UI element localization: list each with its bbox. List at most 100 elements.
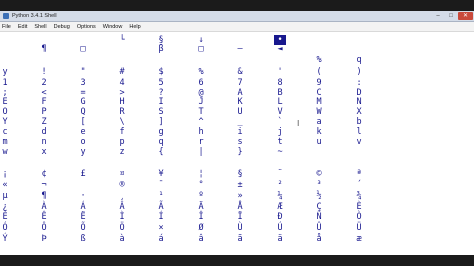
glyph-cell: ¹	[158, 191, 164, 201]
glyph-cell: Ã	[158, 202, 164, 212]
glyph-cell: U	[237, 107, 243, 117]
glyph-cell: ¾	[356, 191, 362, 201]
glyph-cell: ¡	[2, 169, 8, 179]
menu-help[interactable]: Help	[129, 24, 140, 30]
glyph-cell: Í	[158, 212, 164, 222]
minimize-button[interactable]: –	[432, 12, 444, 20]
glyph-cell: }	[237, 147, 243, 157]
menu-shell[interactable]: Shell	[34, 24, 46, 30]
glyph-cell: x	[41, 147, 47, 157]
glyph-cell: Ó	[2, 223, 8, 233]
glyph-cell: ´	[356, 180, 362, 190]
title-bar: Python 3.4.1 Shell – □ ✕	[0, 11, 474, 22]
glyph-cell: K	[237, 97, 243, 107]
glyph-cell: V	[277, 107, 283, 117]
glyph-cell: 1	[2, 78, 8, 88]
glyph-cell: (	[316, 67, 322, 77]
shell-output-area[interactable]: └ § ↓ • ¶ □ β □ — ◄% q y! " # $% & '() 1 2 3 4 5 6 7 8 9:; < = >? @ A B…	[0, 31, 474, 255]
glyph-cell: 3	[80, 78, 86, 88]
glyph-cell: ß	[80, 234, 86, 244]
menu-debug[interactable]: Debug	[54, 24, 70, 30]
glyph-cell: c	[2, 127, 8, 137]
menu-edit[interactable]: Edit	[18, 24, 27, 30]
glyph-cell: y	[80, 147, 86, 157]
close-button[interactable]: ✕	[458, 12, 473, 20]
glyph-cell: ä	[277, 234, 283, 244]
glyph-cell: Ç	[316, 202, 322, 212]
glyph-cell: ¦	[198, 169, 204, 179]
glyph-cell: $	[158, 67, 164, 77]
glyph-cell: N	[356, 97, 362, 107]
glyph-cell: □	[198, 44, 204, 54]
glyph-cell: Î	[198, 212, 204, 222]
window-title: Python 3.4.1 Shell	[12, 13, 57, 19]
glyph-cell: Å	[237, 202, 243, 212]
glyph-cell: T	[198, 107, 204, 117]
glyph-cell: ¤	[119, 169, 125, 179]
glyph-cell: o	[80, 137, 86, 147]
glyph-cell: R	[119, 107, 125, 117]
glyph-cell: °	[198, 180, 204, 190]
glyph-cell: j	[277, 127, 283, 137]
glyph-cell: ®	[119, 180, 125, 190]
glyph-cell: X	[356, 107, 362, 117]
glyph-cell: k	[316, 127, 322, 137]
glyph-cell: ^	[198, 117, 204, 127]
glyph-cell: □	[80, 44, 86, 54]
glyph-cell: ¿	[2, 202, 8, 212]
glyph-cell: t	[277, 137, 283, 147]
glyph-cell: ¼	[277, 191, 283, 201]
glyph-cell: 8	[277, 78, 283, 88]
glyph-cell: u	[316, 137, 322, 147]
glyph-cell: g	[158, 127, 164, 137]
glyph-cell: Ï	[237, 212, 243, 222]
menu-file[interactable]: File	[2, 24, 11, 30]
glyph-cell: ²	[277, 180, 283, 190]
glyph-cell: ◄	[277, 44, 283, 54]
glyph-cell: È	[356, 202, 362, 212]
menu-window[interactable]: Window	[103, 24, 123, 30]
glyph-cell: [	[80, 117, 86, 127]
glyph-cell: p	[119, 137, 125, 147]
glyph-cell: ¯	[158, 180, 164, 190]
glyph-cell: `	[277, 117, 283, 127]
glyph-cell: ·	[80, 191, 86, 201]
glyph-cell: !	[41, 67, 47, 77]
glyph-cell: ¢	[41, 169, 47, 179]
glyph-cell: L	[277, 97, 283, 107]
glyph-cell: ¬	[41, 180, 47, 190]
glyph-cell: 6	[198, 78, 204, 88]
maximize-button[interactable]: □	[445, 12, 457, 20]
glyph-cell: y	[2, 67, 8, 77]
glyph-cell: l	[356, 127, 362, 137]
glyph-cell: §	[237, 169, 243, 179]
glyph-cell: ¶	[41, 44, 47, 54]
glyph-cell: Õ	[80, 223, 86, 233]
glyph-cell: _	[237, 117, 243, 127]
glyph-cell: {	[158, 147, 164, 157]
glyph-cell: └	[119, 35, 125, 45]
glyph-cell: Z	[41, 117, 47, 127]
menu-options[interactable]: Options	[77, 24, 96, 30]
glyph-cell: a	[316, 117, 322, 127]
glyph-cell: ~	[277, 147, 283, 157]
glyph-cell: ¸	[119, 191, 125, 201]
glyph-cell: Ñ	[316, 212, 322, 222]
glyph-cell: i	[237, 127, 243, 137]
glyph-cell: ±	[237, 180, 243, 190]
glyph-cell: É	[2, 212, 8, 222]
glyph-cell: 2	[41, 78, 47, 88]
glyph-cell: w	[2, 147, 8, 157]
glyph-cell: ³	[316, 180, 322, 190]
glyph-cell: 4	[119, 78, 125, 88]
glyph-cell: #	[119, 67, 125, 77]
glyph-cell: I	[158, 97, 164, 107]
glyph-cell: Ö	[119, 223, 125, 233]
glyph-cell: q	[158, 137, 164, 147]
glyph-cell: d	[41, 127, 47, 137]
glyph-cell: ª	[356, 169, 362, 179]
glyph-cell: F	[41, 97, 47, 107]
glyph-cell: —	[237, 44, 243, 54]
python-app-icon	[3, 13, 9, 19]
glyph-cell: Ð	[277, 212, 283, 222]
